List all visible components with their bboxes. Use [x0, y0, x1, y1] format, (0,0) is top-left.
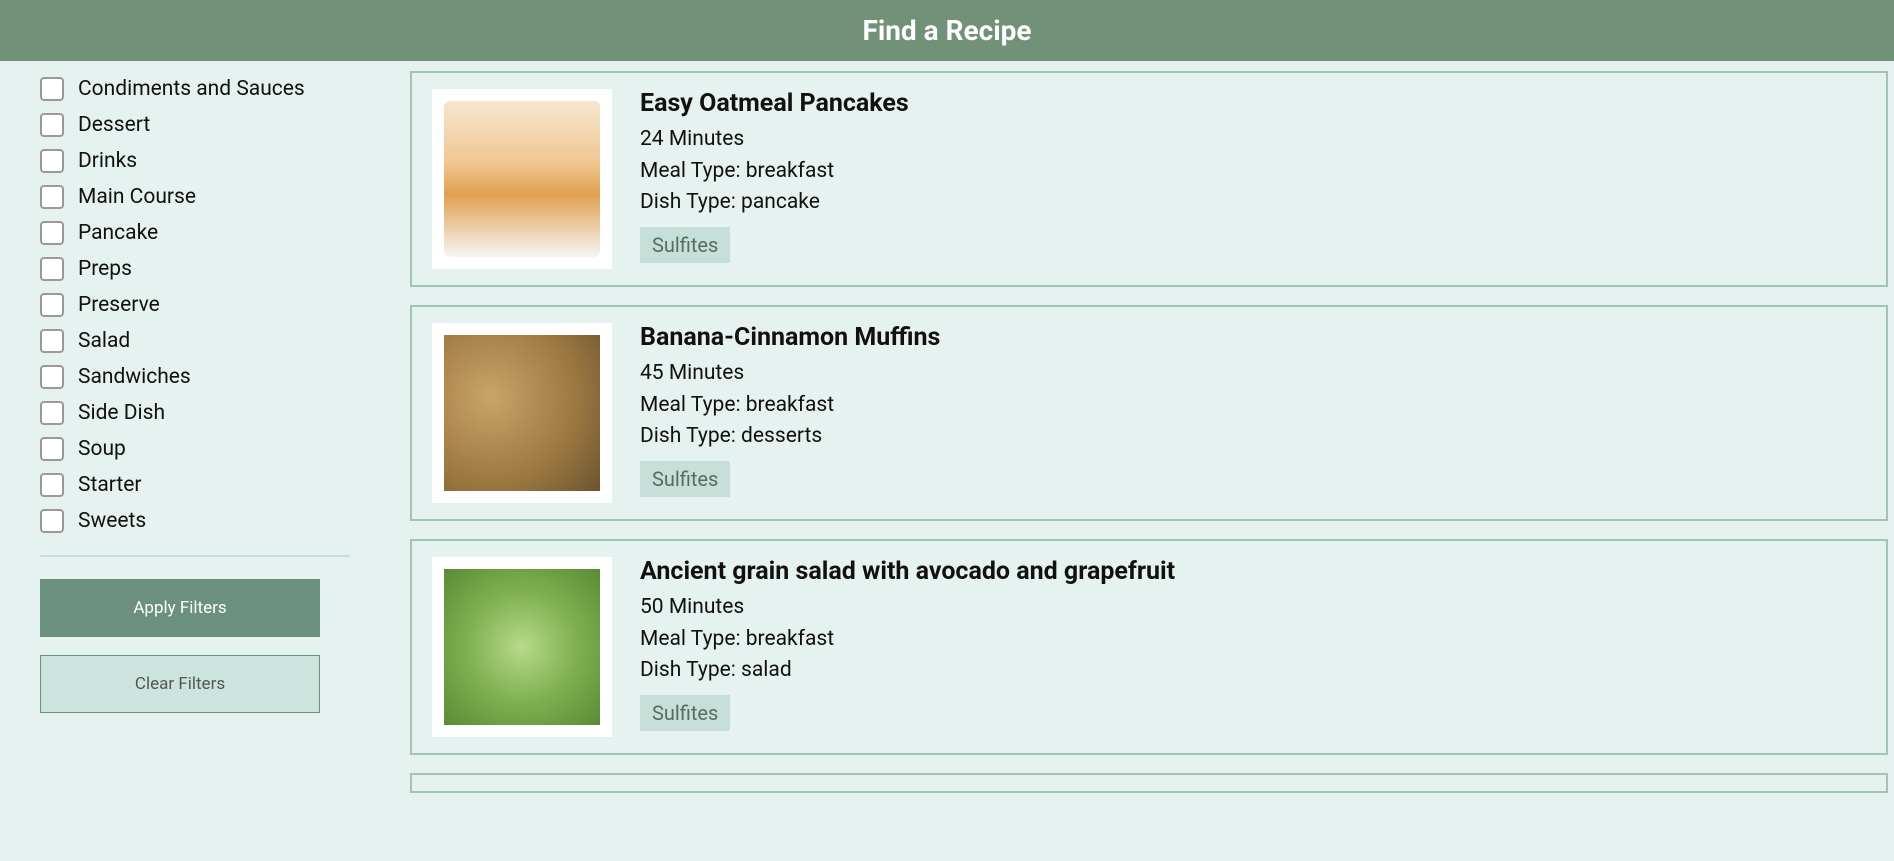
recipe-info: Easy Oatmeal Pancakes 24 MinutesMeal Type… [640, 89, 1866, 263]
recipe-info: Ancient grain salad with avocado and gra… [640, 557, 1866, 731]
recipe-tag: Sulfites [640, 695, 730, 731]
filter-label: Sandwiches [78, 365, 191, 389]
recipe-card[interactable]: Banana-Cinnamon Muffins 45 MinutesMeal Ty… [410, 305, 1888, 521]
recipe-meal-type: Meal Type: breakfast [640, 624, 1866, 656]
filter-label: Main Course [78, 185, 196, 209]
filter-label: Soup [78, 437, 126, 461]
clear-filters-button[interactable]: Clear Filters [40, 655, 320, 713]
recipe-image [432, 89, 612, 269]
checkbox[interactable] [40, 473, 64, 497]
filter-item[interactable]: Preserve [40, 287, 380, 323]
filter-label: Drinks [78, 149, 137, 173]
recipe-dish-type: Dish Type: desserts [640, 421, 1866, 453]
recipe-meal-type: Meal Type: breakfast [640, 156, 1866, 188]
recipe-meal-type: Meal Type: breakfast [640, 390, 1866, 422]
filter-label: Sweets [78, 509, 146, 533]
recipe-image [432, 323, 612, 503]
filter-label: Side Dish [78, 401, 165, 425]
filter-item[interactable]: Drinks [40, 143, 380, 179]
filter-item[interactable]: Sandwiches [40, 359, 380, 395]
recipe-dish-type: Dish Type: pancake [640, 187, 1866, 219]
recipe-tag: Sulfites [640, 227, 730, 263]
results-panel[interactable]: Easy Oatmeal Pancakes24 MinutesMeal Type… [400, 61, 1894, 861]
filter-label: Starter [78, 473, 142, 497]
filter-label: Preserve [78, 293, 160, 317]
checkbox[interactable] [40, 221, 64, 245]
recipe-time: 45 Minutes [640, 358, 1866, 390]
filter-item[interactable]: Soup [40, 431, 380, 467]
filter-item[interactable]: Dessert [40, 107, 380, 143]
divider [40, 555, 350, 557]
filter-item[interactable]: Salad [40, 323, 380, 359]
recipe-title: Banana-Cinnamon Muffins [640, 323, 1866, 352]
recipe-title: Easy Oatmeal Pancakes [640, 89, 1866, 118]
filter-label: Condiments and Sauces [78, 77, 305, 101]
checkbox[interactable] [40, 365, 64, 389]
filter-item[interactable]: Starter [40, 467, 380, 503]
filter-item[interactable]: Main Course [40, 179, 380, 215]
filter-item[interactable]: Side Dish [40, 395, 380, 431]
recipe-image-inner [444, 101, 600, 257]
filter-item[interactable]: Pancake [40, 215, 380, 251]
checkbox[interactable] [40, 257, 64, 281]
page-header: Find a Recipe [0, 0, 1894, 61]
filter-item[interactable]: Preps [40, 251, 380, 287]
recipe-image-inner [444, 569, 600, 725]
apply-filters-button[interactable]: Apply Filters [40, 579, 320, 637]
checkbox[interactable] [40, 437, 64, 461]
recipe-card[interactable]: Easy Oatmeal Pancakes 24 MinutesMeal Type… [410, 71, 1888, 287]
recipe-image [432, 557, 612, 737]
recipe-time: 50 Minutes [640, 592, 1866, 624]
checkbox[interactable] [40, 149, 64, 173]
checkbox[interactable] [40, 185, 64, 209]
checkbox[interactable] [40, 329, 64, 353]
filter-sidebar[interactable]: Condiments and Sauces Dessert Drinks Main C… [0, 61, 400, 861]
recipe-info: Banana-Cinnamon Muffins 45 MinutesMeal Ty… [640, 323, 1866, 497]
checkbox[interactable] [40, 293, 64, 317]
filter-item[interactable]: Sweets [40, 503, 380, 539]
checkbox[interactable] [40, 77, 64, 101]
filter-item[interactable]: Condiments and Sauces [40, 71, 380, 107]
recipe-time: 24 Minutes [640, 124, 1866, 156]
main-content: Condiments and Sauces Dessert Drinks Main C… [0, 61, 1894, 861]
checkbox[interactable] [40, 113, 64, 137]
recipe-card[interactable]: Ancient grain salad with avocado and gra… [410, 539, 1888, 755]
filter-label: Preps [78, 257, 132, 281]
recipe-tag: Sulfites [640, 461, 730, 497]
filter-label: Salad [78, 329, 130, 353]
checkbox[interactable] [40, 401, 64, 425]
recipe-image-inner [444, 335, 600, 491]
recipe-title: Ancient grain salad with avocado and gra… [640, 557, 1866, 586]
recipe-dish-type: Dish Type: salad [640, 655, 1866, 687]
recipe-card[interactable] [410, 773, 1888, 793]
page-title: Find a Recipe [862, 14, 1031, 47]
filter-label: Pancake [78, 221, 158, 245]
filter-label: Dessert [78, 113, 150, 137]
checkbox[interactable] [40, 509, 64, 533]
